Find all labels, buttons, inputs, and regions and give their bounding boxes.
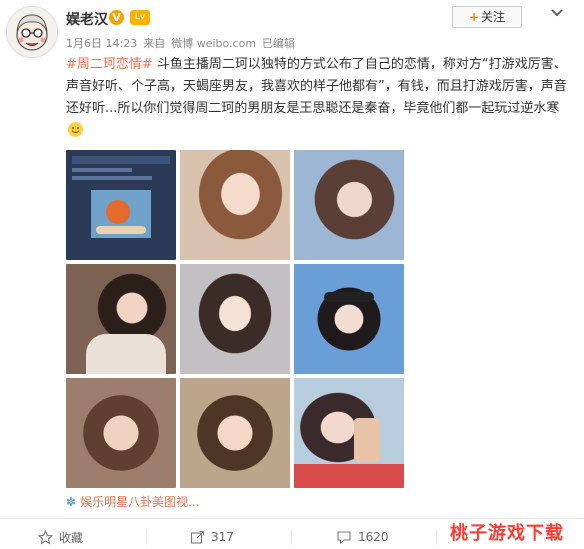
photo-8[interactable]	[180, 378, 290, 488]
action-separator	[146, 529, 147, 545]
repost-button[interactable]: 317	[190, 527, 234, 547]
flower-icon: ✽	[66, 495, 77, 509]
hashtag-link[interactable]: #周二珂恋情#	[66, 57, 153, 72]
smile-emoji-icon	[68, 122, 83, 137]
photo-6[interactable]	[294, 264, 404, 374]
edited-label: 已编辑	[262, 37, 296, 50]
source-tag-label: 娱乐明星八卦美图视...	[80, 495, 200, 509]
comment-count: 1620	[358, 530, 389, 544]
photo-5[interactable]	[180, 264, 290, 374]
photo-7[interactable]	[66, 378, 176, 488]
comment-icon	[337, 530, 351, 544]
photo-1[interactable]	[66, 150, 176, 260]
timestamp[interactable]: 1月6日 14:23	[66, 37, 137, 50]
comment-button[interactable]: 1620	[336, 527, 389, 547]
verified-badge: V	[109, 10, 124, 25]
post-text: #周二珂恋情# 斗鱼主播周二珂以独特的方式公布了自己的恋情，称对方“打游戏厉害、…	[66, 54, 572, 142]
follow-button[interactable]: + 关注	[452, 6, 522, 28]
avatar-cartoon-icon	[7, 7, 57, 57]
action-separator	[291, 529, 292, 545]
photo-2[interactable]	[180, 150, 290, 260]
favorite-button[interactable]: 收藏	[38, 527, 83, 547]
avatar[interactable]	[6, 6, 58, 58]
plus-icon: +	[468, 10, 480, 24]
level-badge: Lv	[130, 10, 150, 25]
favorite-label: 收藏	[59, 530, 84, 545]
post-meta: 1月6日 14:23 来自 微博 weibo.com 已编辑	[66, 35, 301, 51]
repost-count: 317	[211, 530, 234, 544]
repost-icon	[190, 530, 205, 544]
follow-label: 关注	[481, 10, 506, 24]
site-watermark: 桃子游戏下载	[450, 523, 564, 544]
source-tag[interactable]: ✽ 娱乐明星八卦美图视...	[66, 493, 200, 510]
source-prefix: 来自	[143, 37, 166, 50]
chevron-down-icon[interactable]	[548, 4, 566, 22]
photo-9[interactable]	[294, 378, 404, 488]
username[interactable]: 娱老汉	[66, 9, 108, 29]
action-separator	[436, 529, 437, 545]
photo-3[interactable]	[294, 150, 404, 260]
star-icon	[38, 529, 53, 545]
source-link[interactable]: 微博 weibo.com	[171, 37, 256, 50]
photo-4[interactable]	[66, 264, 176, 374]
